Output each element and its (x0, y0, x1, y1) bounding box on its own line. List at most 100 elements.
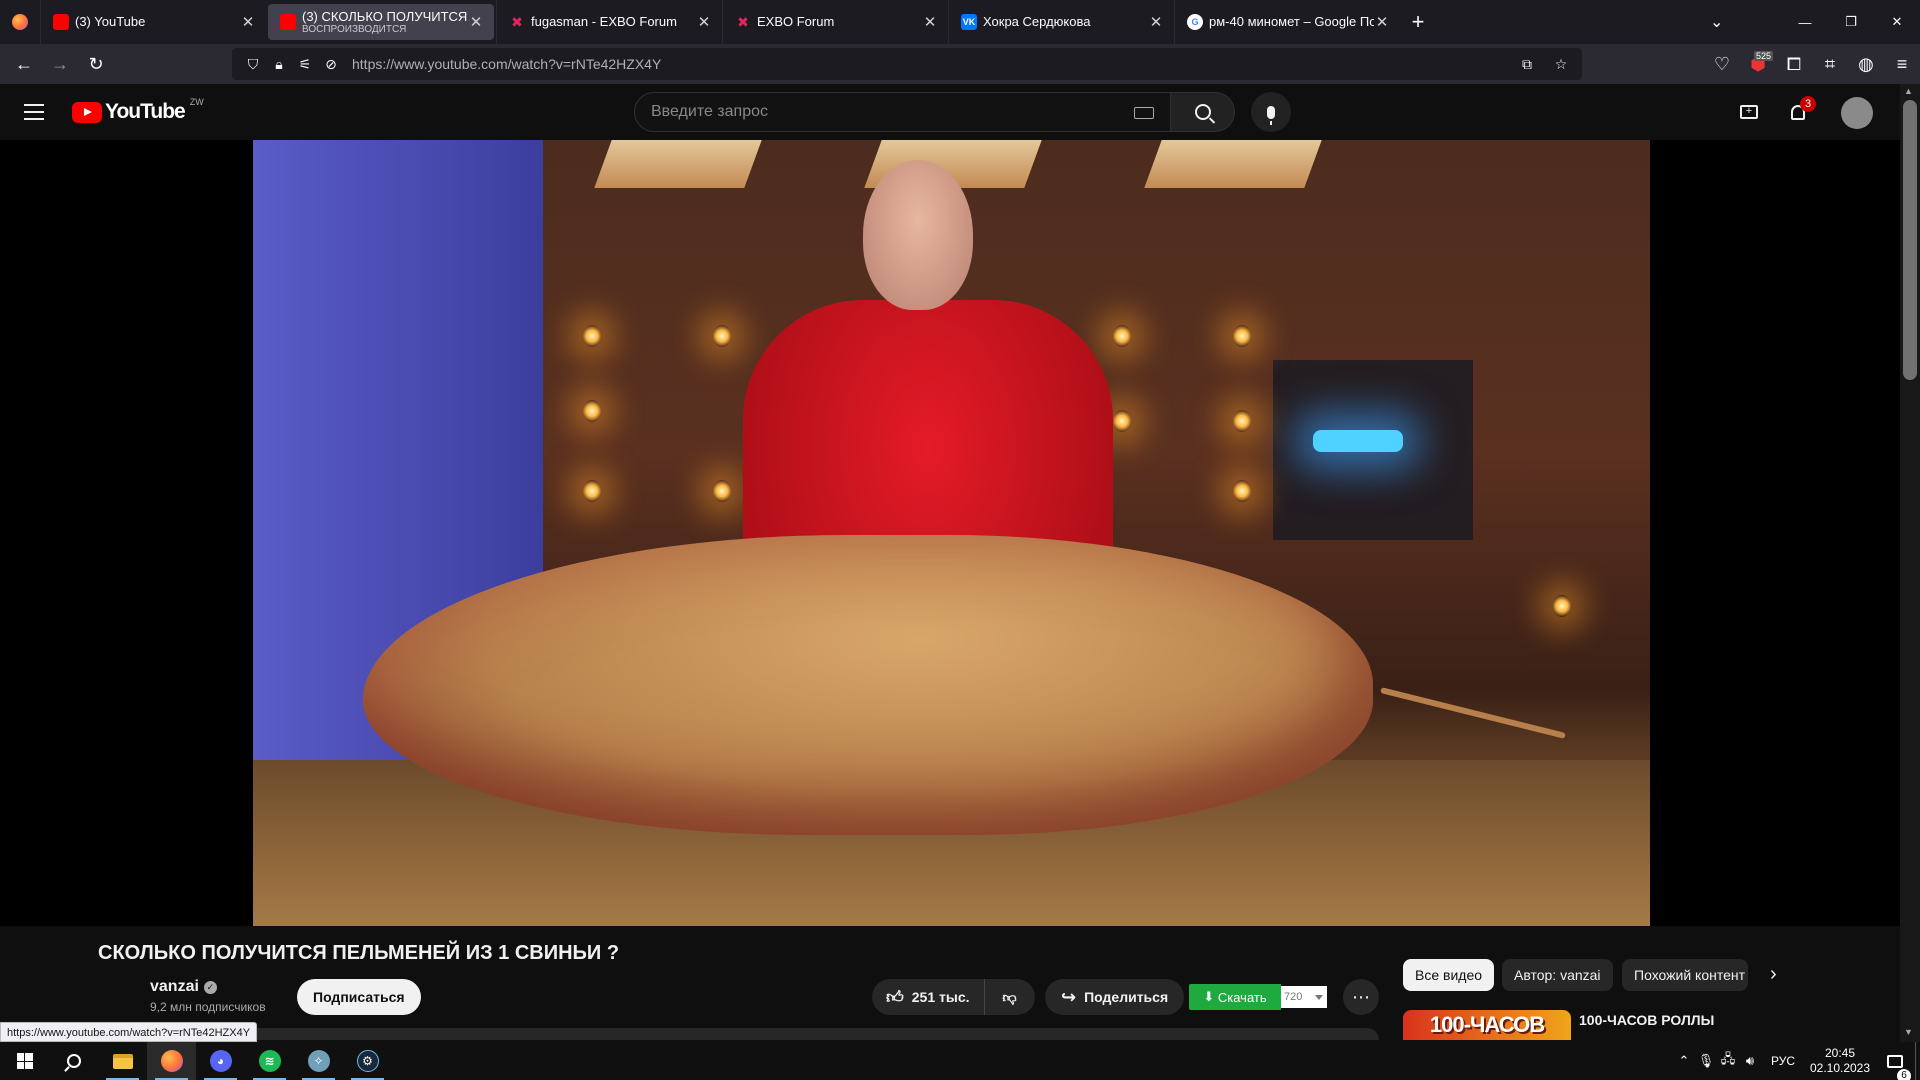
chevron-right-icon[interactable]: › (1770, 963, 1777, 986)
app-menu-icon[interactable]: ≡ (1884, 48, 1920, 80)
chip-from-author[interactable]: Автор: vanzai (1502, 959, 1613, 991)
channel-name-text[interactable]: vanzai (150, 978, 199, 995)
quality-select[interactable]: 720 (1281, 986, 1327, 1008)
app-icon: ✧ (307, 1050, 330, 1072)
quality-value: 720 (1284, 991, 1303, 1003)
tab-vk[interactable]: VK Хокра Сердюкова ✕ (948, 0, 1174, 44)
close-tab-icon[interactable]: ✕ (696, 13, 712, 31)
reload-icon[interactable]: ↻ (78, 48, 114, 80)
tab-exbo-fugasman[interactable]: ✖ fugasman - EXBO Forum ✕ (496, 0, 722, 44)
close-window-icon[interactable]: ✕ (1874, 0, 1920, 44)
share-arrow-icon: ↪ (1061, 986, 1077, 1007)
create-video-button[interactable]: + (1737, 100, 1761, 124)
exbo-icon: ✖ (511, 13, 523, 30)
start-button[interactable] (0, 1042, 49, 1080)
download-button[interactable]: ⬇ Скачать (1189, 984, 1281, 1010)
language-indicator[interactable]: РУС (1761, 1054, 1805, 1068)
clock[interactable]: 20:45 02.10.2023 (1805, 1046, 1875, 1076)
url-text[interactable]: https://www.youtube.com/watch?v=rNTe42HZ… (352, 56, 1514, 72)
tab-google[interactable]: G рм-40 миномет – Google Поис ✕ (1174, 0, 1400, 44)
picture-in-picture-icon[interactable]: ⧉ (1514, 56, 1540, 73)
notification-count-badge: 6 (1897, 1068, 1911, 1080)
recommended-title[interactable]: 100-ЧАСОВ РОЛЛЫ (1579, 1012, 1714, 1028)
account-avatar[interactable] (1841, 97, 1873, 129)
search-input[interactable] (651, 103, 1134, 121)
show-desktop-button[interactable] (1915, 1042, 1920, 1080)
dislike-button[interactable]: 👎︎ (985, 979, 1035, 1015)
close-tab-icon[interactable]: ✕ (240, 13, 256, 31)
taskbar-spotify[interactable]: ≋ (245, 1042, 294, 1080)
description-box[interactable] (98, 1028, 1379, 1040)
taskbar-search[interactable] (49, 1042, 98, 1080)
search-box (634, 92, 1171, 132)
notifications-button[interactable]: 3 (1786, 96, 1816, 124)
search-icon (1194, 104, 1211, 120)
scroll-up-icon[interactable]: ▲ (1904, 86, 1913, 96)
scrollbar-thumb[interactable] (1903, 100, 1917, 380)
clock-date: 02.10.2023 (1809, 1061, 1871, 1075)
like-dislike-group: 👍︎ 251 тыс. 👎︎ (872, 979, 1035, 1015)
list-all-tabs-icon[interactable]: ⌄ (1710, 12, 1723, 32)
video-plus-icon: + (1740, 105, 1758, 119)
video-subject (363, 535, 1373, 835)
close-tab-icon[interactable]: ✕ (468, 13, 484, 31)
volume-icon[interactable]: 🔊︎ (1739, 1053, 1761, 1069)
bookmark-star-icon[interactable]: ☆ (1548, 56, 1574, 73)
chip-all-videos[interactable]: Все видео (1403, 959, 1495, 991)
chevron-up-icon[interactable]: ⌃ (1673, 1053, 1695, 1069)
window-controls: — ❐ ✕ (1782, 0, 1920, 44)
tab-current-video[interactable]: (3) СКОЛЬКО ПОЛУЧИТСЯ ПЕ ВОСПРОИЗВОДИТСЯ… (268, 4, 494, 40)
youtube-logo[interactable]: YouTube ZW (72, 97, 204, 124)
close-tab-icon[interactable]: ✕ (1374, 13, 1390, 31)
restore-icon[interactable]: ❐ (1828, 0, 1874, 44)
extensions-icon[interactable]: ⧠ (1776, 48, 1812, 80)
like-button[interactable]: 👍︎ 251 тыс. (872, 979, 985, 1015)
guide-menu-icon[interactable] (22, 100, 46, 124)
close-tab-icon[interactable]: ✕ (1148, 13, 1164, 31)
recommended-thumbnail[interactable]: 100-ЧАСОВ (1403, 1010, 1571, 1040)
youtube-icon (53, 14, 69, 30)
crop-extension-icon[interactable]: ⌗ (1812, 48, 1848, 80)
forward-icon[interactable]: → (42, 48, 78, 80)
thumbs-up-icon: 👍︎ (886, 987, 904, 1007)
tab-title: fugasman - EXBO Forum (531, 15, 677, 29)
firefox-menu-icon[interactable] (0, 0, 40, 44)
back-icon[interactable]: ← (6, 48, 42, 80)
channel-avatar[interactable] (98, 978, 138, 1018)
ublock-icon[interactable]: ⬢ 525 (1740, 48, 1776, 80)
action-center-button[interactable]: 6 (1875, 1054, 1915, 1080)
tab-youtube-home[interactable]: (3) YouTube ✕ (40, 0, 266, 44)
search-button[interactable] (1171, 92, 1235, 132)
taskbar-app[interactable]: ✧ (294, 1042, 343, 1080)
share-button[interactable]: ↪ Поделиться (1045, 979, 1185, 1015)
new-tab-button[interactable]: + (1400, 9, 1436, 35)
autoplay-blocked-icon[interactable]: ⊘ (318, 56, 344, 73)
scroll-down-icon[interactable]: ▼ (1904, 1027, 1913, 1037)
tracking-shield-icon[interactable]: ⛉ (240, 56, 266, 73)
minimize-icon[interactable]: — (1782, 0, 1828, 44)
tab-exbo-forum[interactable]: ✖ EXBO Forum ✕ (722, 0, 948, 44)
close-tab-icon[interactable]: ✕ (922, 13, 938, 31)
pocket-icon[interactable]: ♡ (1704, 48, 1740, 80)
channel-name[interactable]: vanzai ✓ (150, 978, 217, 996)
microphone-icon[interactable]: 🎙︎ (1695, 1053, 1717, 1069)
exbo-icon: ✖ (737, 13, 749, 30)
permissions-icon[interactable]: ⚟ (292, 56, 318, 73)
taskbar-discord[interactable]: ◕ (196, 1042, 245, 1080)
chip-related[interactable]: Похожий контент (1622, 959, 1748, 991)
link-status-tooltip: https://www.youtube.com/watch?v=rNTe42HZ… (0, 1022, 258, 1042)
vpn-extension-icon[interactable]: ◍ (1848, 48, 1884, 80)
more-actions-button[interactable]: ⋯ (1343, 979, 1379, 1015)
network-icon[interactable]: 🖧︎ (1717, 1050, 1739, 1072)
voice-search-button[interactable] (1251, 92, 1291, 132)
address-bar[interactable]: ⛉ 🔒︎ ⚟ ⊘ https://www.youtube.com/watch?v… (232, 48, 1582, 80)
taskbar-firefox[interactable] (147, 1042, 196, 1080)
taskbar-steam[interactable]: ⚙ (343, 1042, 392, 1080)
subscriber-count: 9,2 млн подписчиков (150, 1000, 266, 1014)
windows-taskbar: ◕ ≋ ✧ ⚙ ⌃ 🎙︎ 🖧︎ 🔊︎ РУС 20:45 02.10.2023 … (0, 1042, 1920, 1080)
taskbar-file-explorer[interactable] (98, 1042, 147, 1080)
lock-icon[interactable]: 🔒︎ (266, 56, 292, 73)
subscribe-button[interactable]: Подписаться (297, 979, 421, 1015)
video-player[interactable] (253, 140, 1650, 926)
keyboard-icon[interactable] (1134, 107, 1154, 119)
